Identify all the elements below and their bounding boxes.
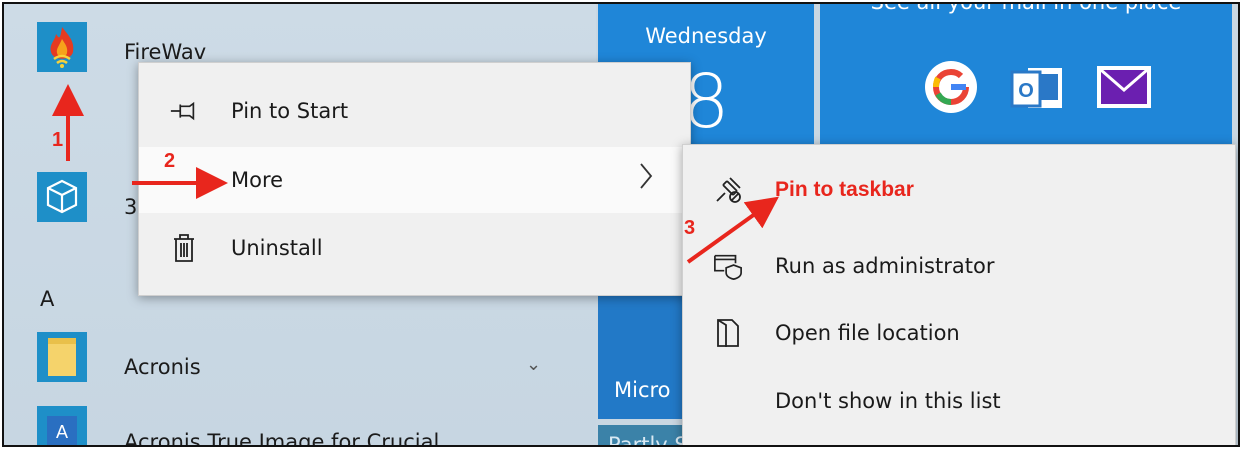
annotation-overlay <box>52 84 779 264</box>
start-menu-screenshot: FireWav 3 A Acronis ⌄ A Acronis True Ima… <box>2 2 1240 447</box>
annotation-step-1: 1 <box>52 129 64 151</box>
annotation-step-3: 3 <box>684 217 696 239</box>
annotation-step-2: 2 <box>164 150 176 172</box>
annotation-arrow-3 <box>686 196 779 264</box>
